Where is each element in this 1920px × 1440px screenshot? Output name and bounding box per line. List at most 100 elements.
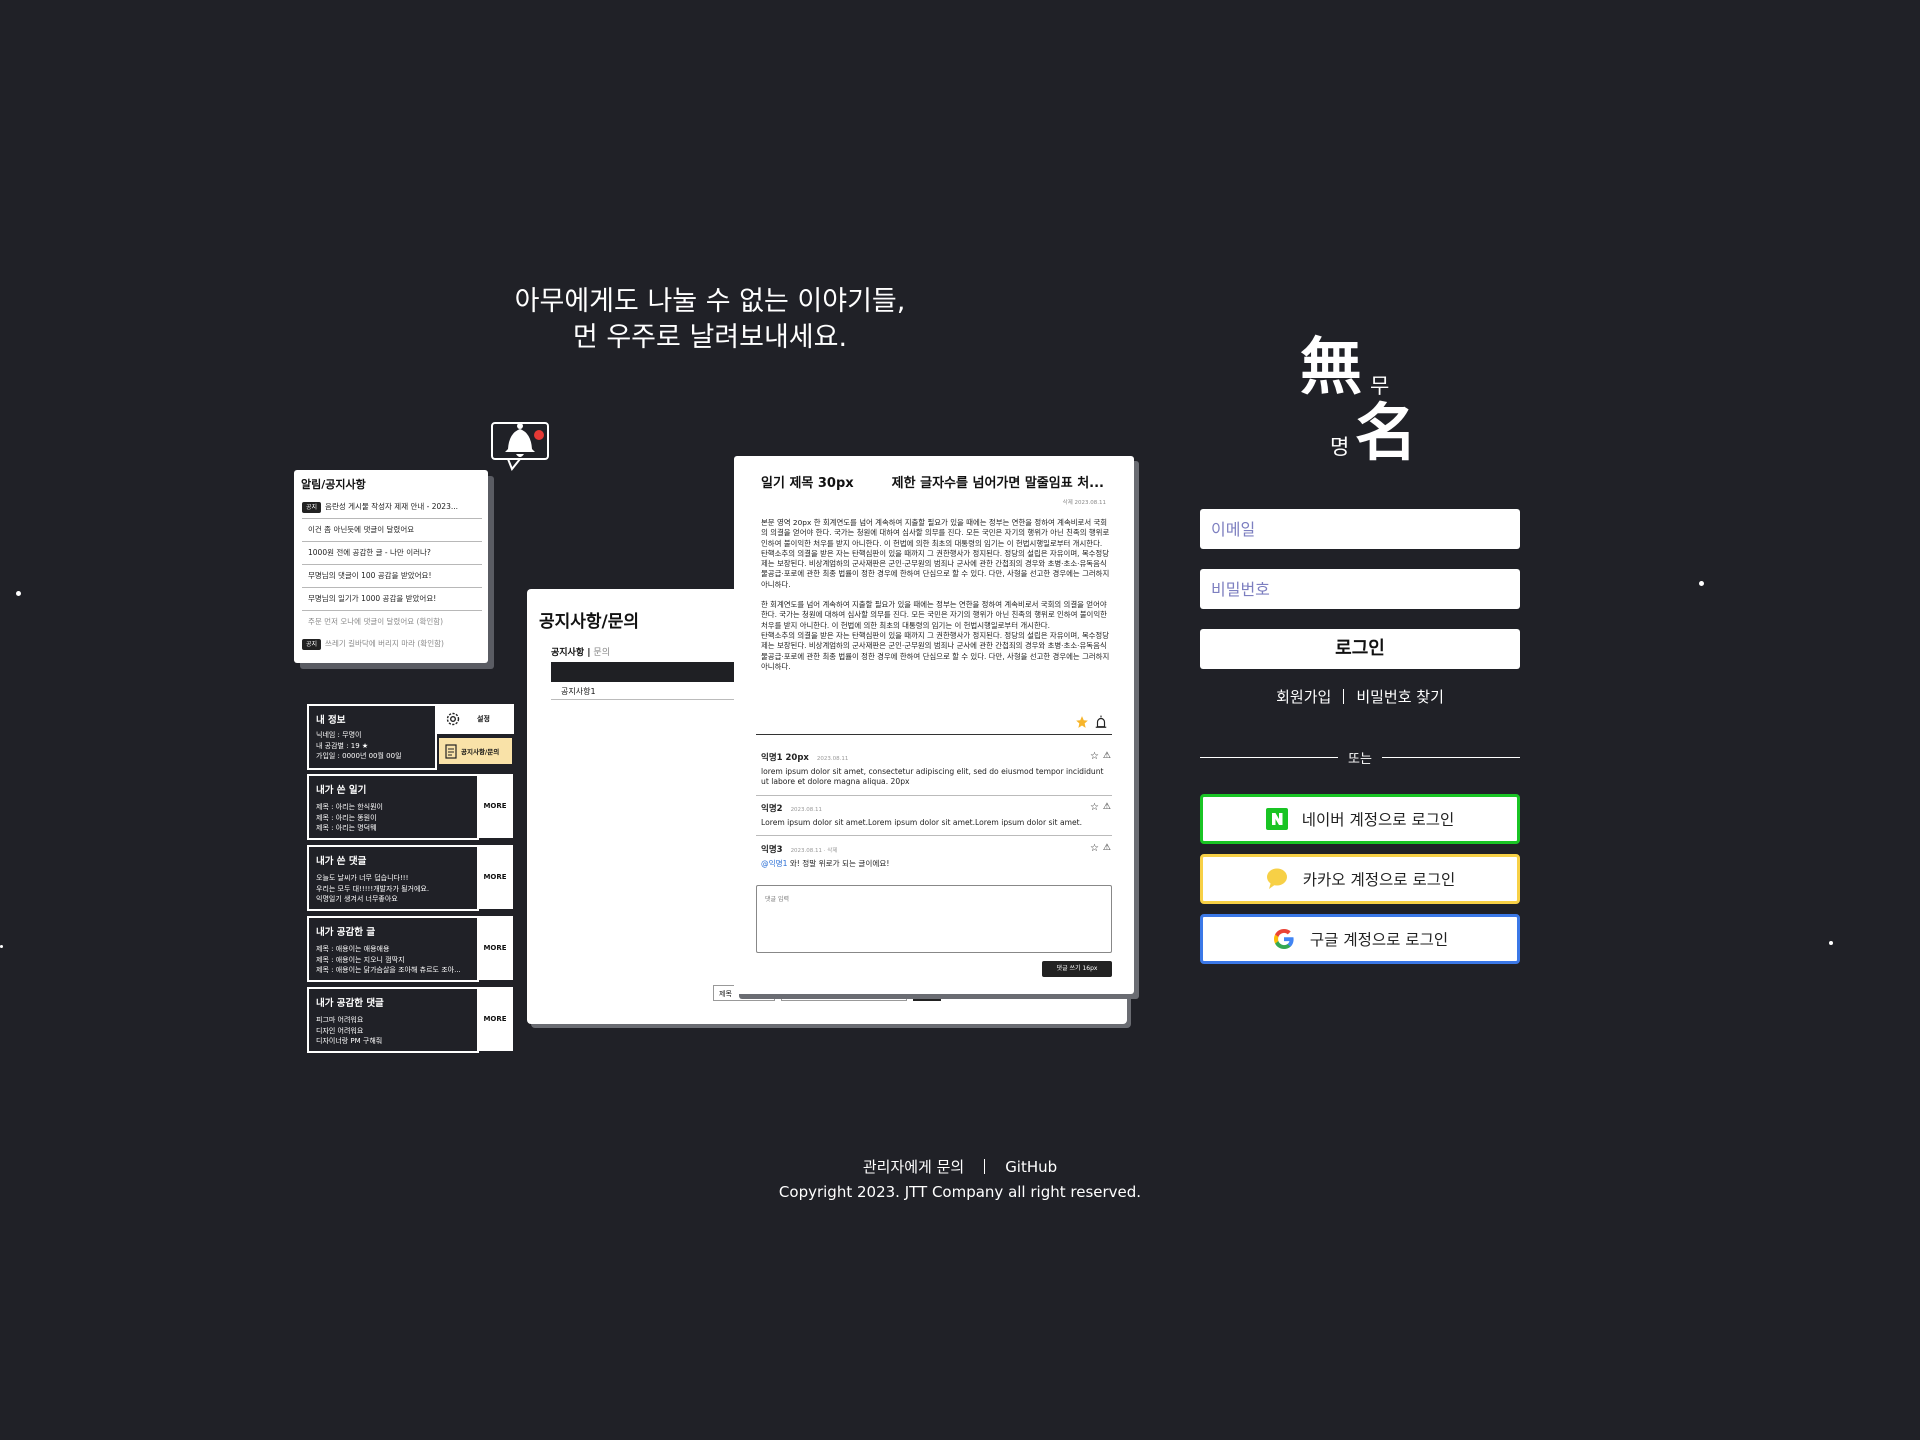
diary-paragraph: 한 회계연도를 넘어 계속하여 지출할 필요가 있을 때에는 정부는 연한을 정… [761,600,1110,671]
my-info-card: 내 정보 닉네임 : 무명이 내 공감별 : 19 ★ 가입일 : 0000년 … [307,704,437,770]
more-button[interactable]: MORE [477,845,513,909]
kakao-icon [1266,868,1287,889]
list-item: 제목 : 아리는 똥뭔이 [316,813,377,822]
my-comments-card[interactable]: 내가 쓴 댓글 오늘도 날씨가 너무 덥습니다!!! 우리는 모두 대!!!!!… [307,845,513,911]
notification-item[interactable]: 이건 좀 아닌듯에 댓글이 달렸어요 [302,519,482,542]
notification-text: 쓰레기 길바닥에 버리지 마라 (확인함) [325,639,444,648]
divider [756,795,1112,796]
likes-text: 내 공감별 : 19 ★ [316,741,369,750]
diary-meta: 삭제 2023.08.11 [1062,500,1106,506]
siren-icon[interactable]: ⚠ [1103,802,1111,813]
diary-paragraph: 본문 영역 20px 한 회계연도를 넘어 계속하여 지출할 필요가 있을 때에… [761,518,1110,589]
notification-text: 1000원 전에 공감한 글 - 나만 이러나? [308,548,431,557]
google-login-button[interactable]: 구글 계정으로 로그인 [1200,914,1520,964]
naver-login-button[interactable]: 네이버 계정으로 로그인 [1200,794,1520,844]
select-value: 제목 [719,990,732,998]
notification-list: 공지 음란성 게시물 작성자 제재 안내 - 2023... 이건 좀 아닌듯에… [302,496,482,655]
notification-panel-title: 알림/공지사항 [301,478,366,491]
siren-icon[interactable]: ⚠ [1103,751,1111,762]
tab-notice[interactable]: 공지사항 | [551,648,591,658]
star-outline-icon[interactable]: ☆ [1090,802,1099,813]
nickname-text: 닉네임 : 무명이 [316,731,362,739]
notification-text: 음란성 게시물 작성자 제재 안내 - 2023... [325,502,458,511]
notification-text: 주문 먼저 오나에 댓글이 달렸어요 (확인함) [308,617,444,626]
comment-date: 2023.08.11 · 삭제 [790,848,838,854]
comment-date: 2023.08.11 [816,756,849,762]
email-field[interactable] [1200,509,1520,549]
naver-login-label: 네이버 계정으로 로그인 [1301,811,1455,829]
hero-tagline: 아무에게도 나눌 수 없는 이야기들, 먼 우주로 날려보내세요. [460,284,960,356]
comment-text: Lorem ipsum dolor sit amet.Lorem ipsum d… [761,818,1083,827]
liked-posts-list: 제목 : 애용이는 애용애용 제목 : 애용이는 지오니 껌딱지 제목 : 애용… [316,944,471,976]
notice-inquiry-button[interactable]: 공지사항/문의 [437,736,514,766]
diary-title: 일기 제목 30px [761,476,854,491]
my-comments-list: 오늘도 날씨가 너무 덥습니다!!! 우리는 모두 대!!!!!개발자가 될거에… [316,873,429,905]
comment-actions: ☆ ⚠ [1090,843,1111,854]
naver-icon [1265,808,1288,830]
contact-admin-link[interactable]: 관리자에게 문의 [863,1158,964,1176]
diary-detail-card: 일기 제목 30px 제한 글자수를 넘어가면 말줄임표 처... 삭제 202… [734,456,1134,994]
notification-item[interactable]: 공지 음란성 게시물 작성자 제재 안내 - 2023... [302,496,482,519]
tab-inquiry[interactable]: 문의 [591,648,610,658]
notification-item[interactable]: 무명님의 일기가 1000 공감을 받았어요! [302,588,482,611]
comment-author: 익명3 [761,845,783,855]
comment-input[interactable]: 댓글 입력 [756,885,1112,953]
siren-icon[interactable]: ⚠ [1103,843,1111,854]
find-password-link[interactable]: 비밀번호 찾기 [1356,688,1444,706]
comment-actions: ☆ ⚠ [1090,802,1111,813]
logo-reading-myeong: 명 [1330,435,1350,459]
divider [756,835,1112,836]
comment-item: 익명3 2023.08.11 · 삭제 @익명1 와! 정말 위로가 되는 글이에… [761,843,1111,869]
divider [756,734,1112,735]
star-outline-icon[interactable]: ☆ [1090,751,1099,762]
liked-posts-card[interactable]: 내가 공감한 글 제목 : 애용이는 애용애용 제목 : 애용이는 지오니 껌딱… [307,916,513,982]
notification-text: 무명님의 일기가 1000 공감을 받았어요! [308,594,437,603]
my-info-details: 닉네임 : 무명이 내 공감별 : 19 ★ 가입일 : 0000년 00월 0… [316,730,402,762]
diary-actions [1075,715,1108,729]
more-button[interactable]: MORE [477,916,513,980]
my-info-title: 내 정보 [316,715,346,726]
more-button[interactable]: MORE [477,987,513,1051]
logo-char-mu: 無 [1300,330,1363,403]
comment-mention[interactable]: @익명1 [761,859,787,868]
star-decoration [1829,941,1833,945]
google-login-label: 구글 계정으로 로그인 [1309,931,1449,949]
siren-icon[interactable] [1094,715,1108,729]
comment-author: 익명1 20px [761,753,809,763]
notification-text: 이건 좀 아닌듯에 댓글이 달렸어요 [308,525,415,534]
list-item: 제목 : 애용이는 애용애용 [316,945,390,953]
notification-item[interactable]: 무명님의 댓글이 100 공감을 받았어요! [302,565,482,588]
list-item: 제목 : 애용이는 닭가슴살을 조아해 츄르도 조아... [316,966,461,974]
notification-item[interactable]: 공지 쓰레기 길바닥에 버리지 마라 (확인함) [302,633,482,655]
document-icon [445,743,457,759]
star-filled-icon[interactable] [1075,715,1089,729]
list-item: 제목 : 아리는 한식뭔이 [316,803,383,811]
list-item: 피그마 어려워요 [316,1016,364,1024]
comment-item: 익명1 20px 2023.08.11 lorem ipsum dolor sit… [761,751,1111,787]
liked-comments-card[interactable]: 내가 공감한 댓글 피그마 어려워요 디자인 어려워요 디자이너랑 PM 구해줘… [307,987,513,1053]
kakao-login-button[interactable]: 카카오 계정으로 로그인 [1200,854,1520,904]
or-divider: 또는 [1200,748,1520,768]
star-outline-icon[interactable]: ☆ [1090,843,1099,854]
google-icon [1273,929,1294,949]
settings-label: 설정 [477,715,490,723]
github-link[interactable]: GitHub [1005,1158,1057,1176]
account-links: 회원가입 비밀번호 찾기 [1200,686,1520,707]
diary-title-overflow: 제한 글자수를 넘어가면 말줄임표 처... [891,476,1104,491]
comment-actions: ☆ ⚠ [1090,751,1111,762]
login-button[interactable]: 로그인 [1200,629,1520,669]
notification-item[interactable]: 주문 먼저 오나에 댓글이 달렸어요 (확인함) [302,611,482,633]
comment-author: 익명2 [761,804,783,814]
password-field[interactable] [1200,569,1520,609]
settings-button[interactable]: 설정 [437,704,514,734]
comment-submit-button[interactable]: 댓글 쓰기 16px [1042,961,1112,977]
diary-body: 본문 영역 20px 한 회계연도를 넘어 계속하여 지출할 필요가 있을 때에… [761,518,1111,682]
footer: 관리자에게 문의 GitHub Copyright 2023. JTT Compa… [700,1155,1220,1205]
notification-item[interactable]: 1000원 전에 공감한 글 - 나만 이러나? [302,542,482,565]
signup-link[interactable]: 회원가입 [1276,688,1331,706]
comment-item: 익명2 2023.08.11 Lorem ipsum dolor sit amet… [761,802,1111,828]
list-item: 제목 : 아리는 명덕뭬 [316,824,377,832]
tagline-line-2: 먼 우주로 날려보내세요. [572,322,848,353]
more-button[interactable]: MORE [477,774,513,838]
my-diaries-card[interactable]: 내가 쓴 일기 제목 : 아리는 한식뭔이 제목 : 아리는 똥뭔이 제목 : … [307,774,513,840]
